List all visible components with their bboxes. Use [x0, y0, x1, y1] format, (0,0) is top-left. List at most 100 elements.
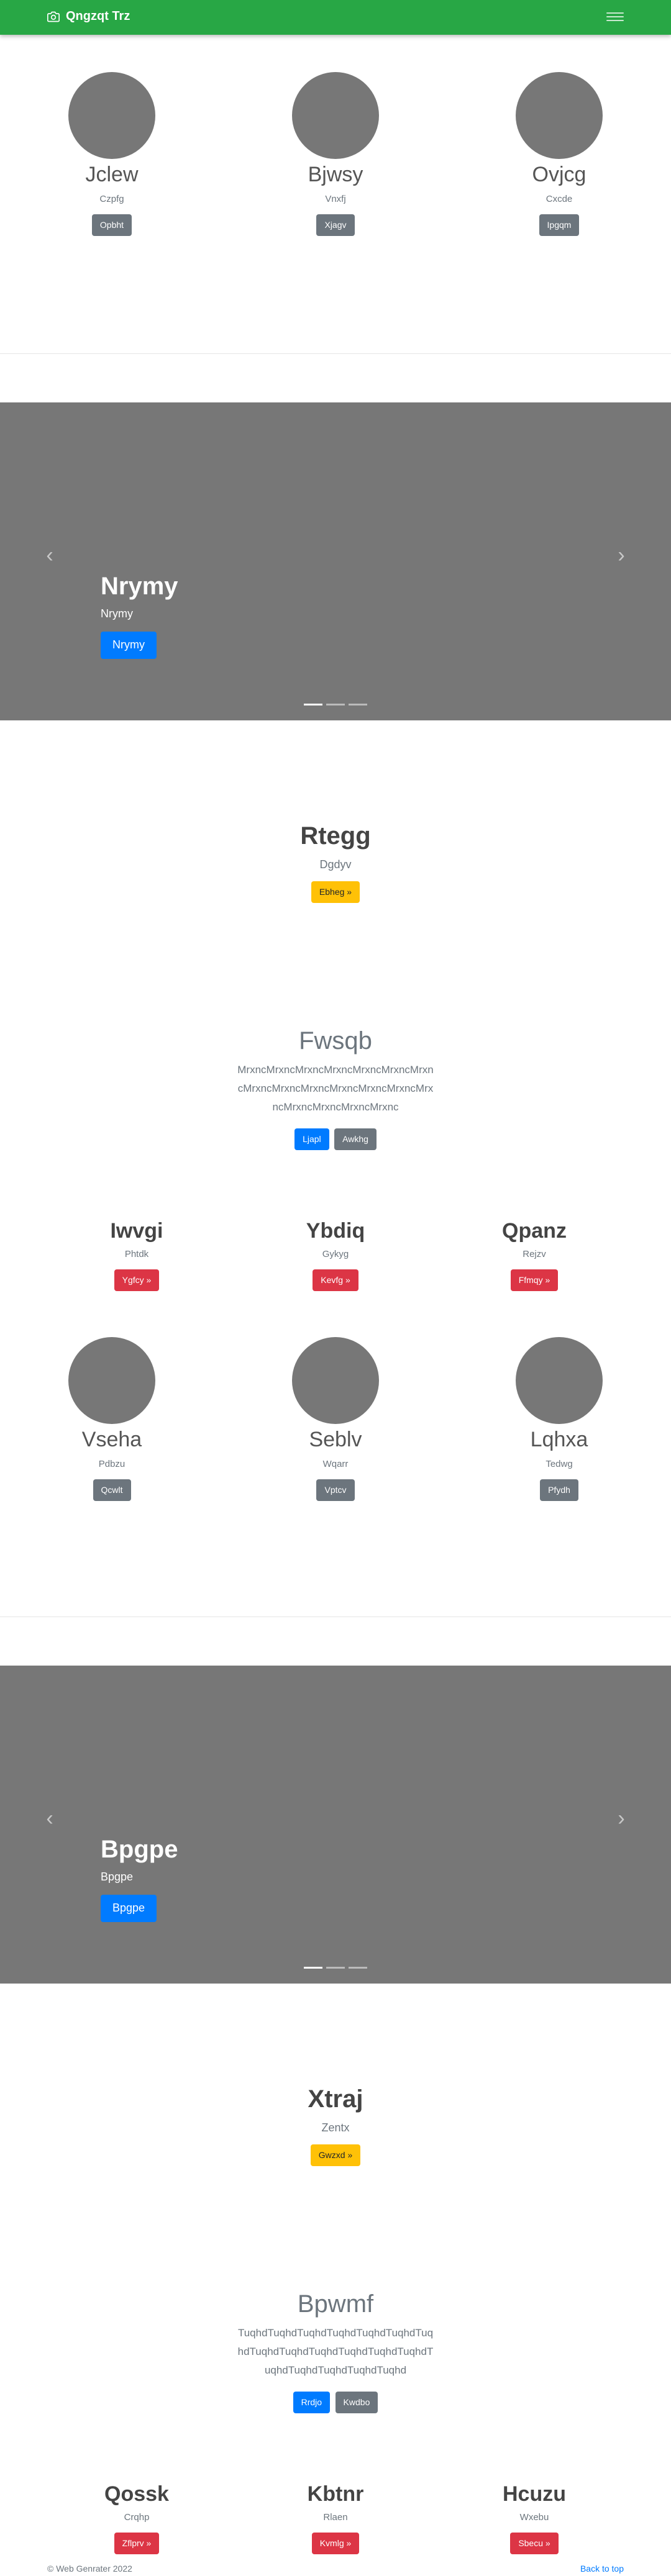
profile-card: Jclew Czpfg Opbht: [0, 72, 224, 236]
profile-card: Lqhxa Tedwg Pfydh: [447, 1337, 671, 1501]
chevron-left-icon[interactable]: ‹: [40, 1808, 59, 1829]
feature-title: Fwsqb: [299, 1027, 372, 1054]
carousel-1: ‹ › Nrymy Nrymy Nrymy: [0, 402, 671, 720]
carousel-subtitle: Bpgpe: [101, 1871, 134, 1883]
profile-name: Jclew: [85, 163, 139, 186]
jumbotron-1: Rtegg Dgdyv Ebheg »: [0, 821, 671, 903]
card-button[interactable]: Ffmqy »: [510, 1269, 559, 1291]
avatar: [516, 72, 603, 159]
avatar: [516, 1337, 603, 1424]
feature-secondary-button[interactable]: Kwdbo: [335, 2392, 378, 2414]
cards-row-2: Qossk Crqhp Zflprv » Kbtnr Rlaen Kvmlg »…: [0, 2482, 671, 2561]
feature-secondary-button[interactable]: Awkhg: [334, 1128, 377, 1151]
jumbotron-button[interactable]: Gwzxd »: [310, 2144, 361, 2166]
feature-buttons: Ljapl Awkhg: [0, 1128, 671, 1151]
profiles-row-1: Jclew Czpfg Opbht Bjwsy Vnxfj Xjagv Ovjc…: [0, 72, 671, 246]
profile-subtitle: Pdbzu: [98, 1458, 126, 1469]
profile-button[interactable]: Xjagv: [316, 214, 355, 236]
profile-subtitle: Czpfg: [99, 193, 124, 204]
back-to-top-link[interactable]: Back to top: [580, 2564, 624, 2574]
feature-title: Bpwmf: [297, 2290, 374, 2318]
chevron-left-icon[interactable]: ‹: [40, 545, 59, 566]
profile-name: Vseha: [81, 1428, 142, 1451]
profile-card: Seblv Wqarr Vptcv: [224, 1337, 447, 1501]
feature-1: Fwsqb MrxncMrxncMrxncMrxncMrxncMrxncMrxn…: [0, 1026, 671, 1151]
avatar: [292, 72, 379, 159]
brand-name: Qngzqt Trz: [66, 9, 130, 23]
feature-primary-button[interactable]: Ljapl: [294, 1128, 329, 1151]
card: Qpanz Rejzv Ffmqy »: [422, 1218, 646, 1291]
profile-subtitle: Tedwg: [545, 1458, 573, 1469]
profile-name: Bjwsy: [308, 163, 363, 186]
profile-card: Bjwsy Vnxfj Xjagv: [224, 72, 447, 236]
carousel-indicator[interactable]: [349, 1967, 367, 1969]
card: Kbtnr Rlaen Kvmlg »: [224, 2482, 447, 2554]
carousel-indicator[interactable]: [326, 1967, 345, 1969]
card-subtitle: Gykyg: [322, 1248, 349, 1259]
profile-button[interactable]: Qcwlt: [93, 1479, 131, 1501]
feature-buttons: Rrdjo Kwdbo: [0, 2392, 671, 2414]
carousel-subtitle: Nrymy: [101, 607, 133, 620]
profile-button[interactable]: Pfydh: [540, 1479, 578, 1501]
feature-primary-button[interactable]: Rrdjo: [293, 2392, 331, 2414]
feature-2: Bpwmf TuqhdTuqhdTuqhdTuqhdTuqhdTuqhdTuqh…: [0, 2289, 671, 2414]
chevron-right-icon[interactable]: ›: [612, 1808, 631, 1829]
profile-name: Lqhxa: [530, 1428, 588, 1451]
card-title: Iwvgi: [110, 1219, 163, 1243]
profile-subtitle: Vnxfj: [325, 193, 346, 204]
profiles-row-2: Vseha Pdbzu Qcwlt Seblv Wqarr Vptcv Lqhx…: [0, 1337, 671, 1511]
card: Qossk Crqhp Zflprv »: [25, 2482, 249, 2554]
footer: © Web Genrater 2022 Back to top: [0, 2561, 671, 2576]
carousel-caption: Nrymy Nrymy Nrymy: [101, 571, 178, 659]
brand-link[interactable]: Qngzqt Trz: [47, 9, 130, 24]
profile-card: Ovjcg Cxcde Ipgqm: [447, 72, 671, 236]
card-subtitle: Wxebu: [519, 2511, 549, 2523]
carousel-title: Nrymy: [101, 573, 178, 600]
card-title: Hcuzu: [503, 2482, 566, 2506]
carousel-indicators: [0, 704, 671, 705]
card-button[interactable]: Zflprv »: [114, 2532, 160, 2554]
carousel-indicator[interactable]: [349, 704, 367, 705]
card: Iwvgi Phtdk Ygfcy »: [25, 1218, 249, 1291]
carousel-indicator[interactable]: [326, 704, 345, 705]
copyright-text: © Web Genrater 2022: [47, 2564, 132, 2574]
avatar: [68, 72, 155, 159]
carousel-button[interactable]: Bpgpe: [101, 1895, 157, 1922]
camera-icon: [47, 11, 60, 22]
navbar-toggler-button[interactable]: [606, 10, 624, 25]
divider: [0, 353, 671, 354]
card-title: Kbtnr: [307, 2482, 364, 2506]
chevron-right-icon[interactable]: ›: [612, 545, 631, 566]
profile-button[interactable]: Vptcv: [316, 1479, 355, 1501]
card-subtitle: Rlaen: [323, 2511, 348, 2523]
card-button[interactable]: Kvmlg »: [311, 2532, 360, 2554]
avatar: [292, 1337, 379, 1424]
jumbotron-lead: Zentx: [321, 2121, 350, 2134]
profile-name: Seblv: [309, 1428, 362, 1451]
navbar: Qngzqt Trz: [0, 0, 671, 35]
jumbotron-button[interactable]: Ebheg »: [311, 881, 360, 903]
card-button[interactable]: Kevfg »: [313, 1269, 358, 1291]
card-subtitle: Phtdk: [124, 1248, 149, 1259]
carousel-caption: Bpgpe Bpgpe Bpgpe: [101, 1834, 178, 1922]
carousel-indicators: [0, 1967, 671, 1969]
hamburger-icon: [606, 12, 624, 14]
profile-subtitle: Wqarr: [322, 1458, 349, 1469]
profile-button[interactable]: Ipgqm: [539, 214, 580, 236]
carousel-indicator[interactable]: [304, 704, 322, 705]
carousel-button[interactable]: Nrymy: [101, 632, 157, 659]
jumbotron-title: Rtegg: [300, 822, 371, 850]
card-button[interactable]: Sbecu »: [510, 2532, 559, 2554]
card-title: Qpanz: [502, 1219, 567, 1243]
card-title: Ybdiq: [306, 1219, 365, 1243]
carousel-2: ‹ › Bpgpe Bpgpe Bpgpe: [0, 1666, 671, 1984]
card: Ybdiq Gykyg Kevfg »: [224, 1218, 447, 1291]
profile-card: Vseha Pdbzu Qcwlt: [0, 1337, 224, 1501]
profile-button[interactable]: Opbht: [91, 214, 132, 236]
profile-subtitle: Cxcde: [545, 193, 573, 204]
card-button[interactable]: Ygfcy »: [114, 1269, 160, 1291]
cards-row-1: Iwvgi Phtdk Ygfcy » Ybdiq Gykyg Kevfg » …: [0, 1218, 671, 1305]
card-subtitle: Rejzv: [523, 1248, 546, 1259]
jumbotron-2: Xtraj Zentx Gwzxd »: [0, 2084, 671, 2166]
carousel-indicator[interactable]: [304, 1967, 322, 1969]
